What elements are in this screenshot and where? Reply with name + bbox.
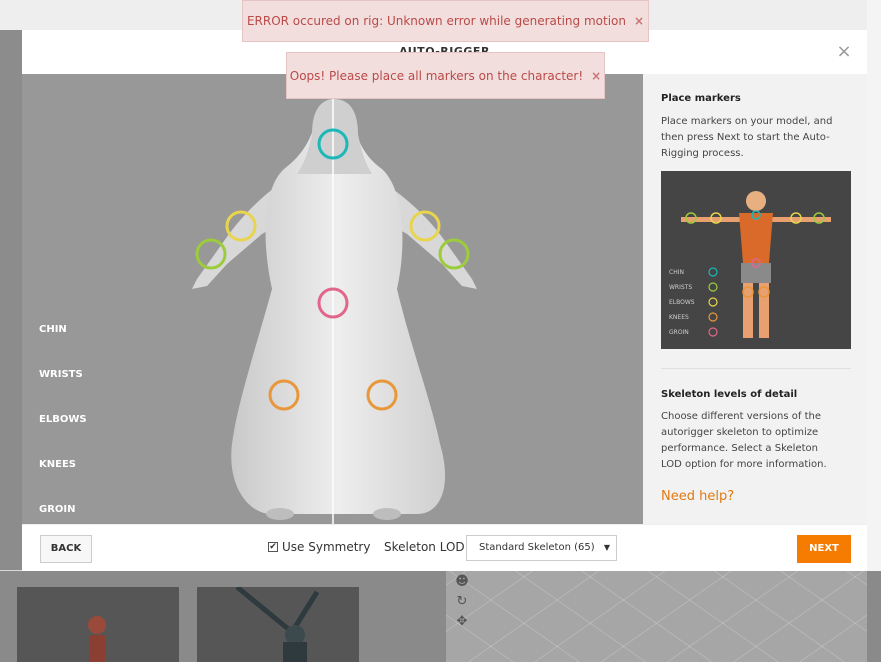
use-symmetry-label: Use Symmetry [282,540,371,554]
right-foot [373,508,401,520]
reference-image: CHIN WRISTS ELBOWS KNEES GROIN [661,171,851,349]
instructions-sidebar: Place markers Place markers on your mode… [643,74,867,524]
warning-toast-message: Oops! Please place all markers on the ch… [289,68,584,83]
ref-label-elbows: ELBOWS [669,299,695,306]
character-thumbnail[interactable] [197,585,359,662]
skull-icon[interactable]: ☻ [452,572,472,592]
sidebar-divider [661,368,851,369]
character-thumbnail-figure [88,616,106,662]
marker-viewport[interactable]: CHIN WRISTS ELBOWS KNEES GROIN [22,74,643,524]
use-symmetry-checkbox[interactable]: ✔ [268,542,278,552]
character-thumbnail-figure [235,585,320,662]
auto-rigger-modal: AUTO-RIGGER × [22,30,867,571]
skeleton-lod-select[interactable]: Standard Skeleton (65) ▼ [466,535,617,561]
ref-label-chin: CHIN [669,269,684,276]
use-symmetry-option[interactable]: ✔ Use Symmetry [268,540,370,554]
next-button[interactable]: NEXT [797,535,851,563]
move-icon[interactable]: ✥ [452,612,472,632]
lod-text: Choose different versions of the autorig… [661,411,827,470]
background-left-panel [0,30,22,570]
modal-footer: BACK ✔ Use Symmetry Skeleton LOD Standar… [22,524,867,571]
marker-label-wrists: WRISTS [39,369,83,380]
skeleton-lod-label: Skeleton LOD [384,540,465,554]
need-help-link[interactable]: Need help? [661,489,734,504]
close-icon[interactable]: × [591,69,601,83]
viewport-tools: ☻ ↻ ✥ [452,572,472,652]
hood [297,99,372,174]
3d-floor-grid [446,571,867,662]
lod-heading: Skeleton levels of detail [661,389,798,400]
skeleton-lod-value: Standard Skeleton (65) [479,542,595,553]
marker-label-groin: GROIN [39,504,76,515]
error-toast-message: ERROR occured on rig: Unknown error whil… [246,14,626,28]
place-markers-text: Place markers on your model, and then pr… [661,116,833,159]
error-toast: ERROR occured on rig: Unknown error whil… [242,0,649,42]
marker-label-chin: CHIN [39,324,67,335]
left-foot [266,508,294,520]
reference-figure [681,191,831,338]
character-model[interactable] [22,74,643,524]
ref-label-wrists: WRISTS [669,284,693,291]
character-thumbnail[interactable] [17,587,179,662]
caret-down-icon: ▼ [603,543,610,552]
marker-label-elbows: ELBOWS [39,414,87,425]
back-button[interactable]: BACK [40,535,92,563]
ref-label-groin: GROIN [669,329,689,336]
rotate-icon[interactable]: ↻ [452,592,472,612]
warning-toast: Oops! Please place all markers on the ch… [286,52,605,99]
close-icon[interactable]: × [634,14,644,28]
place-markers-heading: Place markers [661,93,741,104]
marker-label-knees: KNEES [39,459,76,470]
ref-label-knees: KNEES [669,314,689,321]
background-right-panel [867,0,881,662]
close-icon[interactable]: × [834,42,854,62]
